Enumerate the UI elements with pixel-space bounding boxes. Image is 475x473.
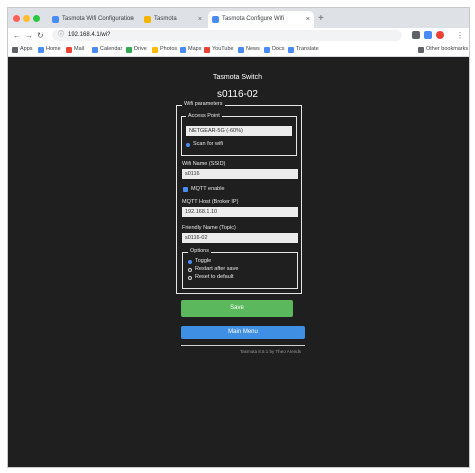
bookmark-item[interactable]: Drive xyxy=(126,43,147,56)
wifi-name-input[interactable]: s0116 xyxy=(182,169,298,179)
maximize-window-icon[interactable] xyxy=(33,15,40,22)
wifi-form: Wifi parameters Access Point NETGEAR-5G … xyxy=(0,56,475,466)
mqtt-host-input[interactable]: 192.168.1.10 xyxy=(182,207,298,217)
option-radio[interactable] xyxy=(188,276,192,280)
friendly-name-label: Friendly Name (Topic) xyxy=(182,225,236,231)
bookmark-item[interactable]: Calendar xyxy=(92,43,122,56)
tab-strip: Tasmota Wifi Configuration × Tasmota × T… xyxy=(8,8,469,28)
extension-icon[interactable] xyxy=(424,31,432,39)
favicon-icon xyxy=(212,16,219,23)
back-icon[interactable]: ← xyxy=(13,30,21,41)
tab-2[interactable]: Tasmota × xyxy=(140,11,206,28)
mqtt-enable-label: MQTT enable xyxy=(191,186,225,192)
bookmark-item[interactable]: Docs xyxy=(264,43,285,56)
bookmark-icon xyxy=(126,47,132,53)
address-bar[interactable]: ⓘ 192.168.4.1/wi? xyxy=(52,30,402,41)
profile-avatar-icon[interactable] xyxy=(436,31,444,39)
wifi-name-label: Wifi Name (SSID) xyxy=(182,161,226,167)
bookmark-icon xyxy=(152,47,158,53)
url-text: 192.168.4.1/wi? xyxy=(68,32,111,38)
site-info-icon[interactable]: ⓘ xyxy=(58,30,64,41)
tab-label: Tasmota xyxy=(154,16,177,22)
close-icon[interactable]: × xyxy=(198,11,202,28)
bookmark-item[interactable]: Photos xyxy=(152,43,177,56)
bookmark-item[interactable]: Mail xyxy=(66,43,84,56)
bookmark-item[interactable]: YouTube xyxy=(204,43,234,56)
close-window-icon[interactable] xyxy=(13,15,20,22)
options-legend: Options xyxy=(188,248,211,255)
option-label: Toggle xyxy=(195,258,212,264)
tab-1[interactable]: Tasmota Wifi Configuration × xyxy=(48,11,138,28)
bookmark-icon xyxy=(66,47,72,53)
new-tab-icon[interactable]: + xyxy=(318,11,324,26)
bookmark-icon xyxy=(264,47,270,53)
bookmarks-bar: Apps Home Mail Calendar Drive Photos Map… xyxy=(8,43,469,57)
favicon-icon xyxy=(144,16,151,23)
bookmark-item[interactable]: Apps xyxy=(12,43,33,56)
scan-radio[interactable] xyxy=(186,143,190,147)
option-radio[interactable] xyxy=(188,260,192,264)
minimize-window-icon[interactable] xyxy=(23,15,30,22)
mqtt-host-label: MQTT Host (Broker IP) xyxy=(182,199,239,205)
ap-legend: Access Point xyxy=(186,113,222,120)
bookmark-item[interactable]: Home xyxy=(38,43,61,56)
bookmark-item[interactable]: Maps xyxy=(180,43,201,56)
close-icon[interactable]: × xyxy=(130,11,134,28)
access-point-fieldset xyxy=(181,116,297,156)
bookmark-item[interactable]: Translate xyxy=(288,43,319,56)
folder-icon xyxy=(418,47,424,53)
extension-icon[interactable] xyxy=(412,31,420,39)
bookmark-icon xyxy=(38,47,44,53)
option-radio[interactable] xyxy=(188,268,192,272)
tab-label: Tasmota Configure Wifi xyxy=(222,16,285,22)
bookmark-icon xyxy=(204,47,210,53)
apps-icon xyxy=(12,47,18,53)
reload-icon[interactable]: ↻ xyxy=(37,30,44,41)
access-point-select[interactable]: NETGEAR-5G (-60%) xyxy=(186,126,292,136)
other-bookmarks[interactable]: Other bookmarks xyxy=(418,43,468,56)
toolbar: ← → ↻ ⓘ 192.168.4.1/wi? ⋮ xyxy=(8,28,469,43)
bookmark-icon xyxy=(180,47,186,53)
menu-icon[interactable]: ⋮ xyxy=(456,30,464,41)
close-icon[interactable]: × xyxy=(306,11,310,28)
bookmark-icon xyxy=(288,47,294,53)
tab-3-active[interactable]: Tasmota Configure Wifi × xyxy=(208,11,314,28)
tab-label: Tasmota Wifi Configuration xyxy=(62,16,134,22)
option-label: Restart after save xyxy=(195,266,239,272)
mqtt-enable-checkbox[interactable] xyxy=(183,187,188,192)
fieldset-legend: Wifi parameters xyxy=(182,101,225,108)
scan-wifi-link[interactable]: Scan for wifi xyxy=(193,141,223,148)
bookmark-icon xyxy=(238,47,244,53)
friendly-name-input[interactable]: s0116-02 xyxy=(182,233,298,243)
favicon-icon xyxy=(52,16,59,23)
bookmark-icon xyxy=(92,47,98,53)
bookmark-item[interactable]: News xyxy=(238,43,260,56)
forward-icon[interactable]: → xyxy=(25,30,33,41)
option-label: Reset to default xyxy=(195,274,234,280)
